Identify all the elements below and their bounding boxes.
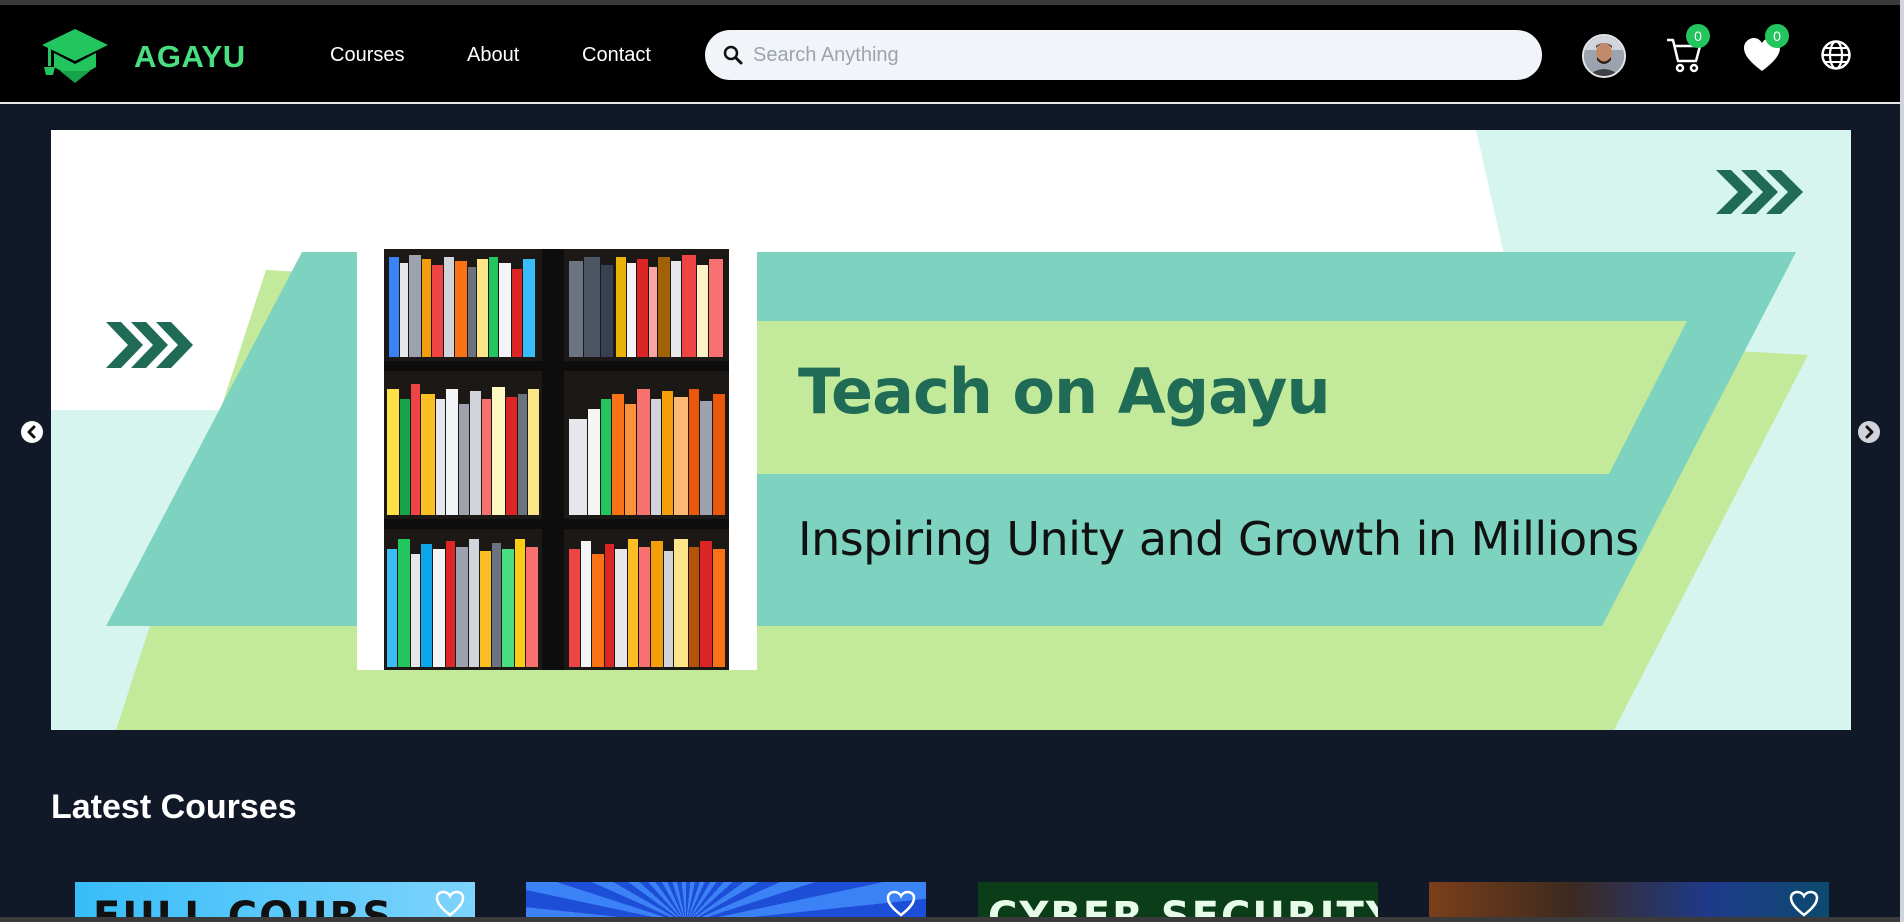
heart-outline-icon[interactable]: [435, 890, 465, 917]
nav-link-about[interactable]: About: [467, 44, 519, 67]
page-scrollbar[interactable]: [1900, 0, 1904, 922]
wishlist-button[interactable]: 0: [1742, 24, 1789, 79]
search-icon: [723, 45, 743, 65]
wishlist-count-badge: 0: [1765, 24, 1789, 48]
course-thumbnail: [526, 882, 926, 917]
carousel-prev-button[interactable]: [21, 421, 43, 443]
language-button[interactable]: [1820, 39, 1852, 76]
carousel-next-button[interactable]: [1858, 421, 1880, 443]
banner-headline: Teach on Agayu: [798, 355, 1331, 428]
search-bar[interactable]: [705, 30, 1542, 80]
heart-outline-icon[interactable]: [1789, 890, 1819, 917]
avatar[interactable]: [1582, 34, 1626, 78]
chevron-left-icon: [27, 425, 36, 439]
banner-photo-frame: [357, 228, 757, 670]
nav-link-courses[interactable]: Courses: [330, 44, 404, 67]
cart-count-badge: 0: [1686, 24, 1710, 48]
course-thumbnail-text: FULL COURS: [93, 894, 394, 917]
navbar: AGAYU Courses About Contact 0 0: [0, 5, 1900, 104]
brand-name[interactable]: AGAYU: [134, 39, 246, 75]
course-thumbnail-text: CYBER SECURITY: [988, 894, 1378, 917]
course-card[interactable]: [1429, 882, 1829, 917]
banner-background-shapes: [51, 130, 1851, 730]
latest-courses-title: Latest Courses: [51, 788, 297, 826]
chevrons-left-icon: [106, 322, 193, 368]
cart-button[interactable]: 0: [1665, 24, 1710, 79]
window-bottom-edge: [0, 917, 1900, 922]
user-photo-icon: [1584, 36, 1624, 76]
nav-link-contact[interactable]: Contact: [582, 44, 651, 67]
bookshelf-image: [384, 249, 729, 670]
graduation-cap-icon[interactable]: [40, 27, 110, 83]
course-card[interactable]: CYBER SECURITY: [978, 882, 1378, 917]
heart-outline-icon[interactable]: [886, 890, 916, 917]
course-thumbnail: [1429, 882, 1829, 917]
course-card[interactable]: FULL COURS: [75, 882, 475, 917]
course-card[interactable]: [526, 882, 926, 917]
chevron-right-icon: [1865, 425, 1874, 439]
search-input[interactable]: [753, 38, 1523, 72]
hero-banner[interactable]: Teach on Agayu Inspiring Unity and Growt…: [51, 130, 1851, 730]
globe-icon: [1821, 40, 1851, 70]
banner-subline: Inspiring Unity and Growth in Millions: [798, 512, 1639, 566]
